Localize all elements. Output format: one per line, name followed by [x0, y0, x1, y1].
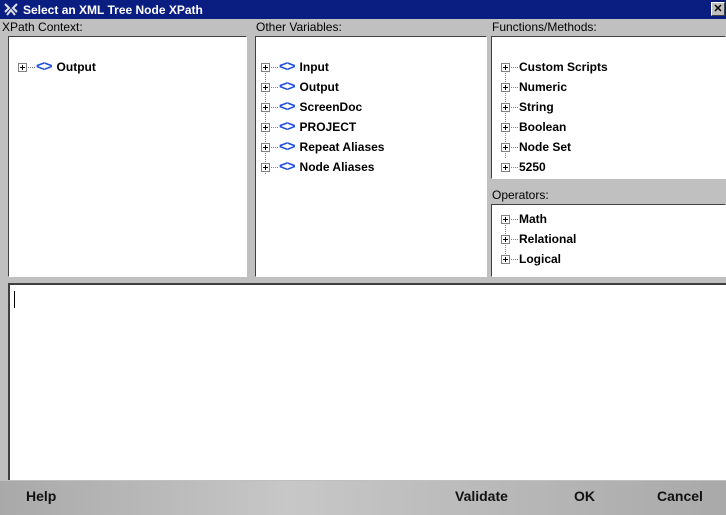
tree-node-label: Numeric	[519, 80, 568, 94]
other-variables-tree[interactable]: <> Input <> Output <> ScreenDoc <> PROJE…	[255, 36, 487, 277]
functions-tree[interactable]: Custom Scripts Numeric String Boolean No…	[491, 36, 726, 179]
xml-node-icon: <>	[279, 158, 296, 175]
text-caret	[14, 291, 15, 308]
tree-node-label: Input	[299, 60, 329, 74]
app-icon	[4, 2, 18, 17]
tree-node-label: PROJECT	[299, 120, 357, 134]
tree-node-relational[interactable]: Relational	[501, 229, 576, 249]
xml-node-icon: <>	[36, 58, 53, 75]
xml-node-icon: <>	[279, 78, 296, 95]
tree-node-label: Math	[519, 212, 547, 226]
window-title-bar[interactable]: Select an XML Tree Node XPath ✕	[0, 0, 726, 19]
tree-node-5250[interactable]: 5250	[501, 157, 546, 177]
tree-node-label: ScreenDoc	[299, 100, 363, 114]
window-title: Select an XML Tree Node XPath	[23, 2, 203, 17]
expand-icon[interactable]	[501, 234, 510, 244]
expand-icon[interactable]	[261, 162, 270, 172]
expand-icon[interactable]	[18, 62, 27, 72]
other-variables-label: Other Variables:	[256, 20, 342, 34]
expand-icon[interactable]	[261, 82, 270, 92]
tree-node-input[interactable]: <> Input	[261, 57, 329, 77]
expand-icon[interactable]	[501, 122, 510, 132]
tree-node-logical[interactable]: Logical	[501, 249, 561, 269]
expand-icon[interactable]	[261, 62, 270, 72]
expand-icon[interactable]	[501, 214, 510, 224]
tree-node-label: Output	[299, 80, 339, 94]
tree-node-label: Node Set	[519, 140, 572, 154]
functions-label: Functions/Methods:	[492, 20, 597, 34]
tree-node-node-aliases[interactable]: <> Node Aliases	[261, 157, 374, 177]
tree-node-label: Logical	[519, 252, 562, 266]
expand-icon[interactable]	[261, 102, 270, 112]
expand-icon[interactable]	[501, 162, 510, 172]
help-button[interactable]: Help	[26, 481, 56, 515]
expand-icon[interactable]	[501, 254, 510, 264]
tree-node-custom-scripts[interactable]: Custom Scripts	[501, 57, 608, 77]
cancel-button[interactable]: Cancel	[657, 481, 703, 515]
tree-node-label: 5250	[519, 160, 546, 174]
ok-button[interactable]: OK	[574, 481, 595, 515]
xml-node-icon: <>	[279, 98, 296, 115]
expand-icon[interactable]	[501, 82, 510, 92]
tree-node-repeat-aliases[interactable]: <> Repeat Aliases	[261, 137, 384, 157]
tree-node-label: Output	[56, 60, 96, 74]
expand-icon[interactable]	[261, 122, 270, 132]
tree-node-label: Boolean	[519, 120, 567, 134]
tree-node-label: Relational	[519, 232, 577, 246]
tree-node-screendoc[interactable]: <> ScreenDoc	[261, 97, 362, 117]
xpath-expression-editor[interactable]	[8, 283, 726, 480]
tree-node-string[interactable]: String	[501, 97, 554, 117]
xpath-context-label: XPath Context:	[2, 20, 83, 34]
tree-node-label: Node Aliases	[299, 160, 375, 174]
operators-tree[interactable]: Math Relational Logical	[491, 204, 726, 277]
tree-node-node-set[interactable]: Node Set	[501, 137, 571, 157]
close-button[interactable]: ✕	[711, 2, 725, 16]
tree-node-project[interactable]: <> PROJECT	[261, 117, 356, 137]
tree-node-label: Repeat Aliases	[299, 140, 385, 154]
expand-icon[interactable]	[261, 142, 270, 152]
xml-node-icon: <>	[279, 58, 296, 75]
expand-icon[interactable]	[501, 142, 510, 152]
tree-node-label: Custom Scripts	[519, 60, 608, 74]
expand-icon[interactable]	[501, 62, 510, 72]
xml-node-icon: <>	[279, 138, 296, 155]
tree-node-label: String	[519, 100, 554, 114]
xml-node-icon: <>	[279, 118, 296, 135]
tree-node-boolean[interactable]: Boolean	[501, 117, 566, 137]
column-divider[interactable]	[247, 19, 251, 277]
xpath-context-tree[interactable]: <> Output	[8, 36, 247, 277]
expand-icon[interactable]	[501, 102, 510, 112]
button-bar: Help Validate OK Cancel	[0, 481, 726, 515]
operators-label: Operators:	[492, 188, 549, 202]
tree-node-math[interactable]: Math	[501, 209, 547, 229]
tree-node-output[interactable]: <> Output	[18, 57, 96, 77]
validate-button[interactable]: Validate	[455, 481, 508, 515]
tree-node-numeric[interactable]: Numeric	[501, 77, 567, 97]
tree-node-output[interactable]: <> Output	[261, 77, 339, 97]
